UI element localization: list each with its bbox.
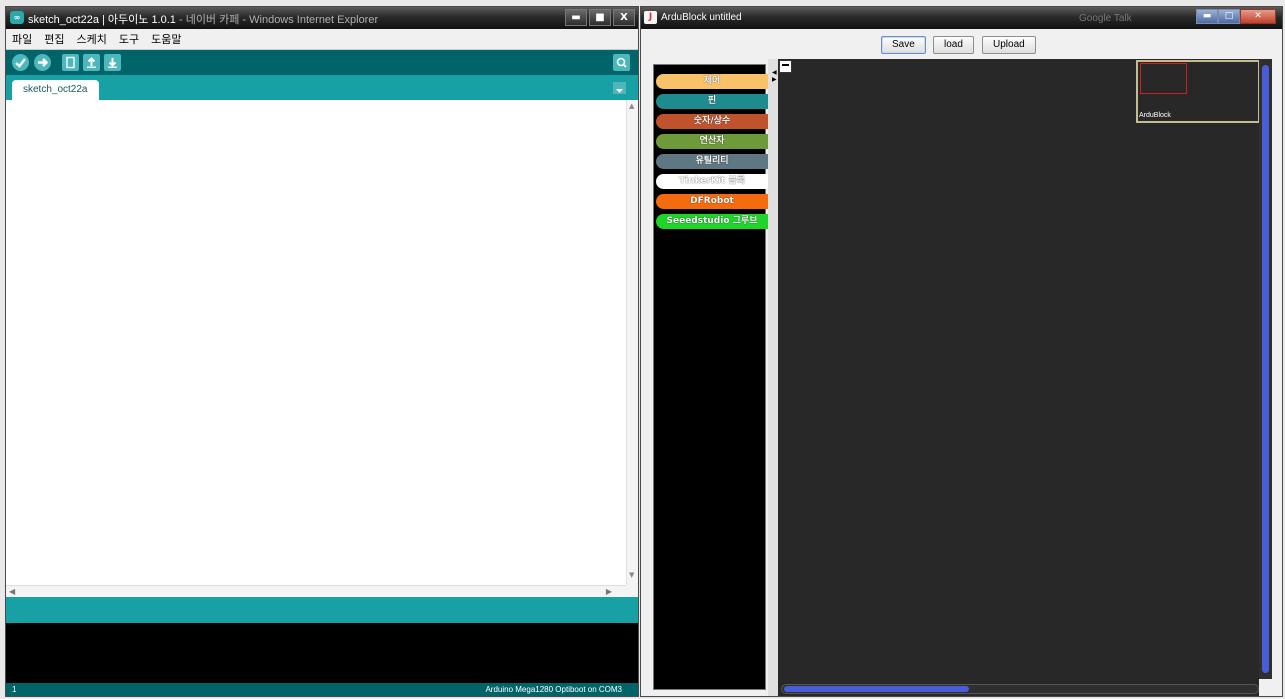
code-editor[interactable] xyxy=(6,100,638,585)
ide-title-bar[interactable]: ∞ sketch_oct22a | 아두이노 1.0.1 - 네이버 카페 - … xyxy=(6,7,638,29)
workspace-minimap[interactable]: ArduBlock xyxy=(1136,60,1260,123)
verify-icon[interactable] xyxy=(12,54,29,71)
editor-vertical-scrollbar[interactable]: ▲ ▼ xyxy=(626,100,638,585)
menu-file[interactable]: 파일 xyxy=(12,31,32,47)
workspace-vertical-scrollbar[interactable] xyxy=(1259,59,1272,679)
category-seeedstudio[interactable]: Seeedstudio 그루브 xyxy=(656,214,768,229)
ide-title-active: sketch_oct22a | 아두이노 1.0.1 xyxy=(28,14,176,26)
minimap-label: ArduBlock xyxy=(1139,112,1171,119)
category-control[interactable]: 제어 xyxy=(656,74,768,89)
tab-menu-icon[interactable] xyxy=(613,82,626,94)
desktop: ∞ sketch_oct22a | 아두이노 1.0.1 - 네이버 카페 - … xyxy=(0,0,1285,699)
upload-arrow-icon[interactable] xyxy=(34,54,51,71)
ide-window-controls: ▬ ■ X xyxy=(565,9,635,26)
editor-horizontal-scrollbar[interactable]: ◀ ▶ xyxy=(6,585,628,597)
menu-tools[interactable]: 도구 xyxy=(119,31,139,47)
collapse-arrow-icon[interactable]: ◀ ▶ xyxy=(772,69,777,83)
ide-toolbar xyxy=(6,50,638,75)
scroll-right-icon[interactable]: ▶ xyxy=(606,587,612,596)
board-info: Arduino Mega1280 Optiboot on COM3 xyxy=(485,685,622,694)
save-button[interactable]: Save xyxy=(881,36,926,54)
arduino-ide-window: ∞ sketch_oct22a | 아두이노 1.0.1 - 네이버 카페 - … xyxy=(5,6,639,697)
ide-footer: 1 Arduino Mega1280 Optiboot on COM3 xyxy=(6,683,638,696)
minimize-button[interactable]: ▬ xyxy=(1196,9,1218,24)
workspace-horizontal-scrollbar[interactable] xyxy=(781,684,1259,694)
tab-sketch[interactable]: sketch_oct22a xyxy=(12,80,99,100)
line-number: 1 xyxy=(12,685,17,694)
java-icon: J xyxy=(644,11,657,24)
serial-monitor-icon[interactable] xyxy=(613,54,630,71)
save-file-icon[interactable] xyxy=(104,54,121,71)
vertical-scroll-thumb[interactable] xyxy=(1262,65,1269,673)
ide-status-bar xyxy=(6,597,638,623)
maximize-button[interactable]: ■ xyxy=(589,9,611,26)
load-button[interactable]: load xyxy=(933,36,974,54)
ide-title-behind: - 네이버 카페 - Windows Internet Explorer xyxy=(175,14,379,26)
minimize-button[interactable]: ▬ xyxy=(565,9,587,26)
ardublock-title-bar[interactable]: J ArduBlock untitled Google Talk ▬ □ ✕ xyxy=(641,7,1282,29)
ide-tab-bar: sketch_oct22a xyxy=(6,75,638,100)
menu-edit[interactable]: 편집 xyxy=(44,31,64,47)
background-app-title: Google Talk xyxy=(1079,13,1132,24)
ide-menu-bar: 파일 편집 스케치 도구 도움말 xyxy=(6,29,638,50)
block-workspace[interactable] xyxy=(778,59,1259,696)
ardublock-window-controls: ▬ □ ✕ xyxy=(1196,9,1276,24)
maximize-button[interactable]: □ xyxy=(1218,9,1240,24)
ardublock-window: J ArduBlock untitled Google Talk ▬ □ ✕ S… xyxy=(640,6,1283,697)
upload-button[interactable]: Upload xyxy=(982,36,1036,54)
arduino-logo-icon: ∞ xyxy=(10,11,24,24)
close-button[interactable]: ✕ xyxy=(1240,9,1276,24)
new-file-icon[interactable] xyxy=(62,54,79,71)
palette-divider[interactable] xyxy=(768,59,778,696)
open-file-icon[interactable] xyxy=(83,54,100,71)
menu-help[interactable]: 도움말 xyxy=(151,31,181,47)
ide-console xyxy=(6,623,638,683)
collapse-workspace-icon[interactable] xyxy=(779,60,792,73)
block-palette: 제어 핀 숫자/상수 연산자 유틸리티 TinkerKit 블록 DFRobot… xyxy=(653,64,768,690)
ardublock-button-bar: Save load Upload xyxy=(641,29,1282,59)
ardublock-window-title: ArduBlock untitled xyxy=(661,12,742,23)
scroll-corner xyxy=(626,585,638,597)
close-button[interactable]: X xyxy=(613,9,635,26)
horizontal-scroll-thumb[interactable] xyxy=(784,686,969,692)
ide-window-title: sketch_oct22a | 아두이노 1.0.1 - 네이버 카페 - Wi… xyxy=(28,11,378,27)
scroll-left-icon[interactable]: ◀ xyxy=(9,587,15,596)
category-utilities[interactable]: 유틸리티 xyxy=(656,154,768,169)
category-pin[interactable]: 핀 xyxy=(656,94,768,109)
category-tinkerkit[interactable]: TinkerKit 블록 xyxy=(656,174,768,189)
scroll-up-icon[interactable]: ▲ xyxy=(629,102,634,110)
menu-sketch[interactable]: 스케치 xyxy=(77,31,107,47)
category-dfrobot[interactable]: DFRobot xyxy=(656,194,768,209)
category-numbers[interactable]: 숫자/상수 xyxy=(656,114,768,129)
scroll-down-icon[interactable]: ▼ xyxy=(629,571,634,579)
minimap-viewport[interactable] xyxy=(1140,63,1187,94)
category-operators[interactable]: 연산자 xyxy=(656,134,768,149)
